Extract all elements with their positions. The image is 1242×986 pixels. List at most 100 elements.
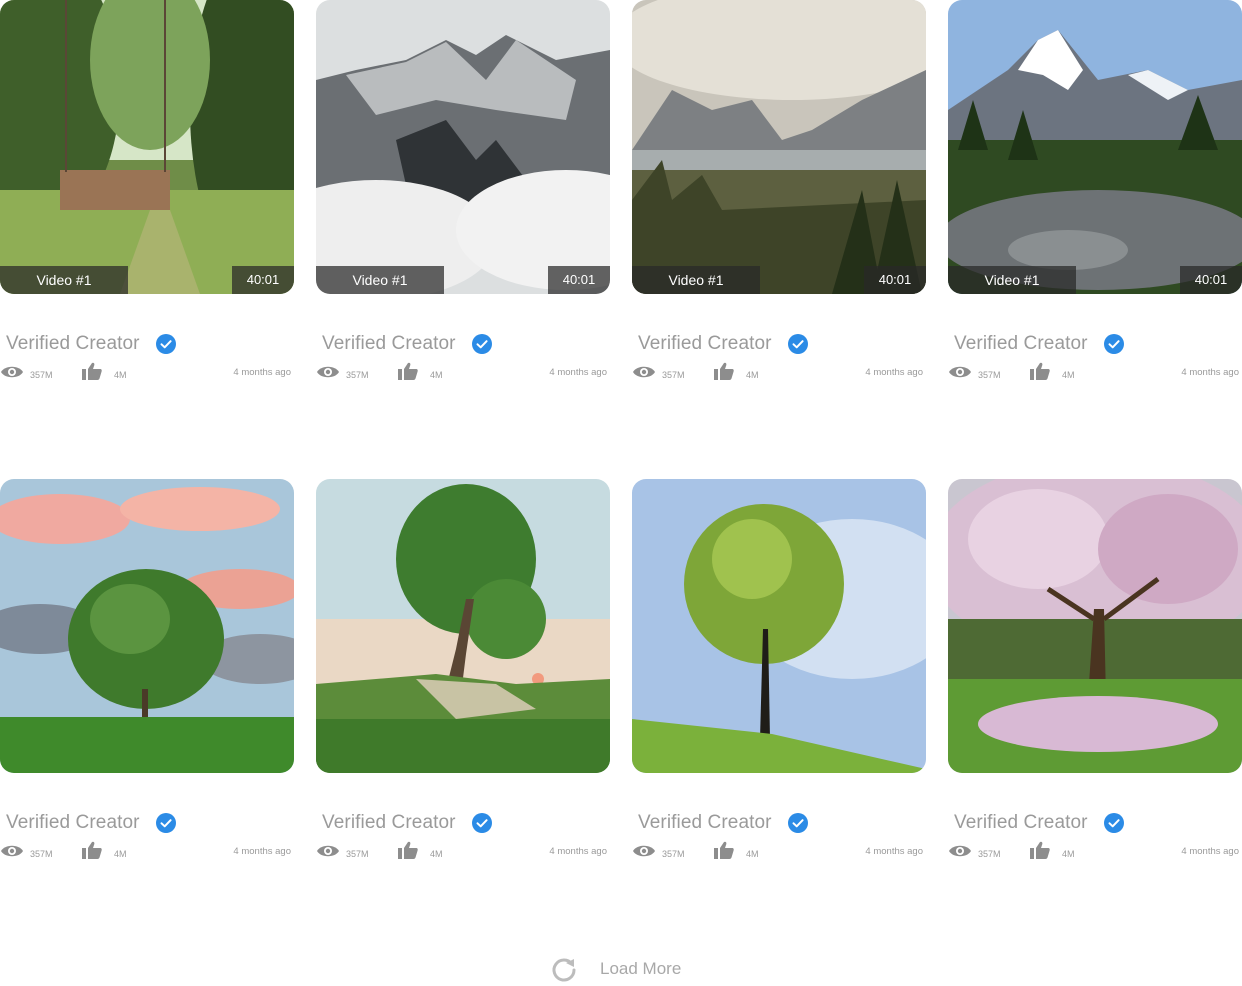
video-duration: 40:01 — [548, 266, 610, 294]
video-duration: 40:01 — [232, 266, 294, 294]
verified-badge-icon — [787, 334, 808, 354]
load-more-label: Load More — [600, 959, 682, 978]
like-count: 4M — [1062, 849, 1075, 859]
thumbnail-image — [0, 0, 294, 294]
eye-icon — [949, 366, 971, 378]
video-card[interactable]: Video #1 40:01 Verified Creator 357M 4M … — [632, 0, 926, 380]
creator-name[interactable]: Verified Creator — [6, 333, 140, 355]
thumbs-up-icon[interactable] — [714, 362, 734, 380]
thumbnail-image — [0, 479, 294, 773]
verified-badge-icon — [471, 813, 492, 833]
eye-icon — [317, 366, 339, 378]
thumbnail-image — [632, 479, 926, 773]
view-count: 357M — [346, 849, 369, 859]
verified-badge-icon — [471, 334, 492, 354]
view-count: 357M — [662, 370, 685, 380]
like-count: 4M — [746, 849, 759, 859]
stats-row: 357M 4M 4 months ago — [0, 841, 294, 863]
video-thumbnail[interactable]: Video #1 40:01 — [316, 0, 610, 294]
creator-name[interactable]: Verified Creator — [638, 333, 772, 355]
video-thumbnail[interactable] — [632, 479, 926, 773]
creator-name[interactable]: Verified Creator — [322, 812, 456, 834]
thumbnail-image — [316, 0, 610, 294]
upload-age: 4 months ago — [549, 367, 607, 378]
creator-row[interactable]: Verified Creator — [638, 811, 808, 835]
creator-row[interactable]: Verified Creator — [6, 332, 176, 356]
upload-age: 4 months ago — [865, 367, 923, 378]
creator-row[interactable]: Verified Creator — [322, 332, 492, 356]
stats-row: 357M 4M 4 months ago — [316, 362, 610, 384]
video-card[interactable]: Video #1 40:01 Verified Creator 357M 4M … — [0, 0, 294, 380]
creator-name[interactable]: Verified Creator — [6, 812, 140, 834]
stats-row: 357M 4M 4 months ago — [948, 362, 1242, 384]
stats-row: 357M 4M 4 months ago — [632, 841, 926, 863]
video-thumbnail[interactable] — [948, 479, 1242, 773]
upload-age: 4 months ago — [549, 846, 607, 857]
video-card[interactable]: Video #1 40:01 Verified Creator 357M 4M … — [948, 0, 1242, 380]
like-count: 4M — [430, 849, 443, 859]
creator-row[interactable]: Verified Creator — [6, 811, 176, 835]
stats-row: 357M 4M 4 months ago — [632, 362, 926, 384]
video-thumbnail[interactable]: Video #1 40:01 — [0, 0, 294, 294]
thumbs-up-icon[interactable] — [1030, 362, 1050, 380]
like-count: 4M — [430, 370, 443, 380]
upload-age: 4 months ago — [1181, 367, 1239, 378]
eye-icon — [1, 366, 23, 378]
thumbnail-image — [316, 479, 610, 773]
video-card[interactable]: Video #1 40:01 Verified Creator 357M 4M … — [316, 0, 610, 380]
view-count: 357M — [30, 849, 53, 859]
video-duration: 40:01 — [864, 266, 926, 294]
video-thumbnail[interactable]: Video #1 40:01 — [948, 0, 1242, 294]
creator-name[interactable]: Verified Creator — [638, 812, 772, 834]
upload-age: 4 months ago — [1181, 846, 1239, 857]
view-count: 357M — [978, 370, 1001, 380]
like-count: 4M — [1062, 370, 1075, 380]
upload-age: 4 months ago — [233, 846, 291, 857]
video-thumbnail[interactable] — [316, 479, 610, 773]
video-title: Video #1 — [316, 266, 444, 294]
eye-icon — [1, 845, 23, 857]
like-count: 4M — [114, 849, 127, 859]
video-title: Video #1 — [948, 266, 1076, 294]
creator-row[interactable]: Verified Creator — [638, 332, 808, 356]
verified-badge-icon — [787, 813, 808, 833]
video-duration: 40:01 — [1180, 266, 1242, 294]
thumbs-up-icon[interactable] — [398, 841, 418, 859]
thumbs-up-icon[interactable] — [398, 362, 418, 380]
eye-icon — [317, 845, 339, 857]
video-title: Video #1 — [0, 266, 128, 294]
video-title: Video #1 — [632, 266, 760, 294]
view-count: 357M — [978, 849, 1001, 859]
video-card[interactable]: Verified Creator 357M 4M 4 months ago — [316, 479, 610, 859]
upload-age: 4 months ago — [233, 367, 291, 378]
creator-row[interactable]: Verified Creator — [322, 811, 492, 835]
thumbs-up-icon[interactable] — [82, 841, 102, 859]
thumbs-up-icon[interactable] — [714, 841, 734, 859]
video-thumbnail[interactable] — [0, 479, 294, 773]
upload-age: 4 months ago — [865, 846, 923, 857]
eye-icon — [949, 845, 971, 857]
video-card[interactable]: Verified Creator 357M 4M 4 months ago — [0, 479, 294, 859]
video-card[interactable]: Verified Creator 357M 4M 4 months ago — [632, 479, 926, 859]
video-card[interactable]: Verified Creator 357M 4M 4 months ago — [948, 479, 1242, 859]
like-count: 4M — [746, 370, 759, 380]
thumbs-up-icon[interactable] — [1030, 841, 1050, 859]
thumbs-up-icon[interactable] — [82, 362, 102, 380]
creator-row[interactable]: Verified Creator — [954, 811, 1124, 835]
thumbnail-image — [632, 0, 926, 294]
creator-name[interactable]: Verified Creator — [954, 333, 1088, 355]
video-thumbnail[interactable]: Video #1 40:01 — [632, 0, 926, 294]
creator-name[interactable]: Verified Creator — [954, 812, 1088, 834]
eye-icon — [633, 366, 655, 378]
creator-row[interactable]: Verified Creator — [954, 332, 1124, 356]
creator-name[interactable]: Verified Creator — [322, 333, 456, 355]
like-count: 4M — [114, 370, 127, 380]
eye-icon — [633, 845, 655, 857]
load-more-button[interactable]: Load More — [550, 954, 681, 984]
stats-row: 357M 4M 4 months ago — [0, 362, 294, 384]
stats-row: 357M 4M 4 months ago — [948, 841, 1242, 863]
thumbnail-image — [948, 0, 1242, 294]
stats-row: 357M 4M 4 months ago — [316, 841, 610, 863]
thumbnail-image — [948, 479, 1242, 773]
verified-badge-icon — [1103, 334, 1124, 354]
